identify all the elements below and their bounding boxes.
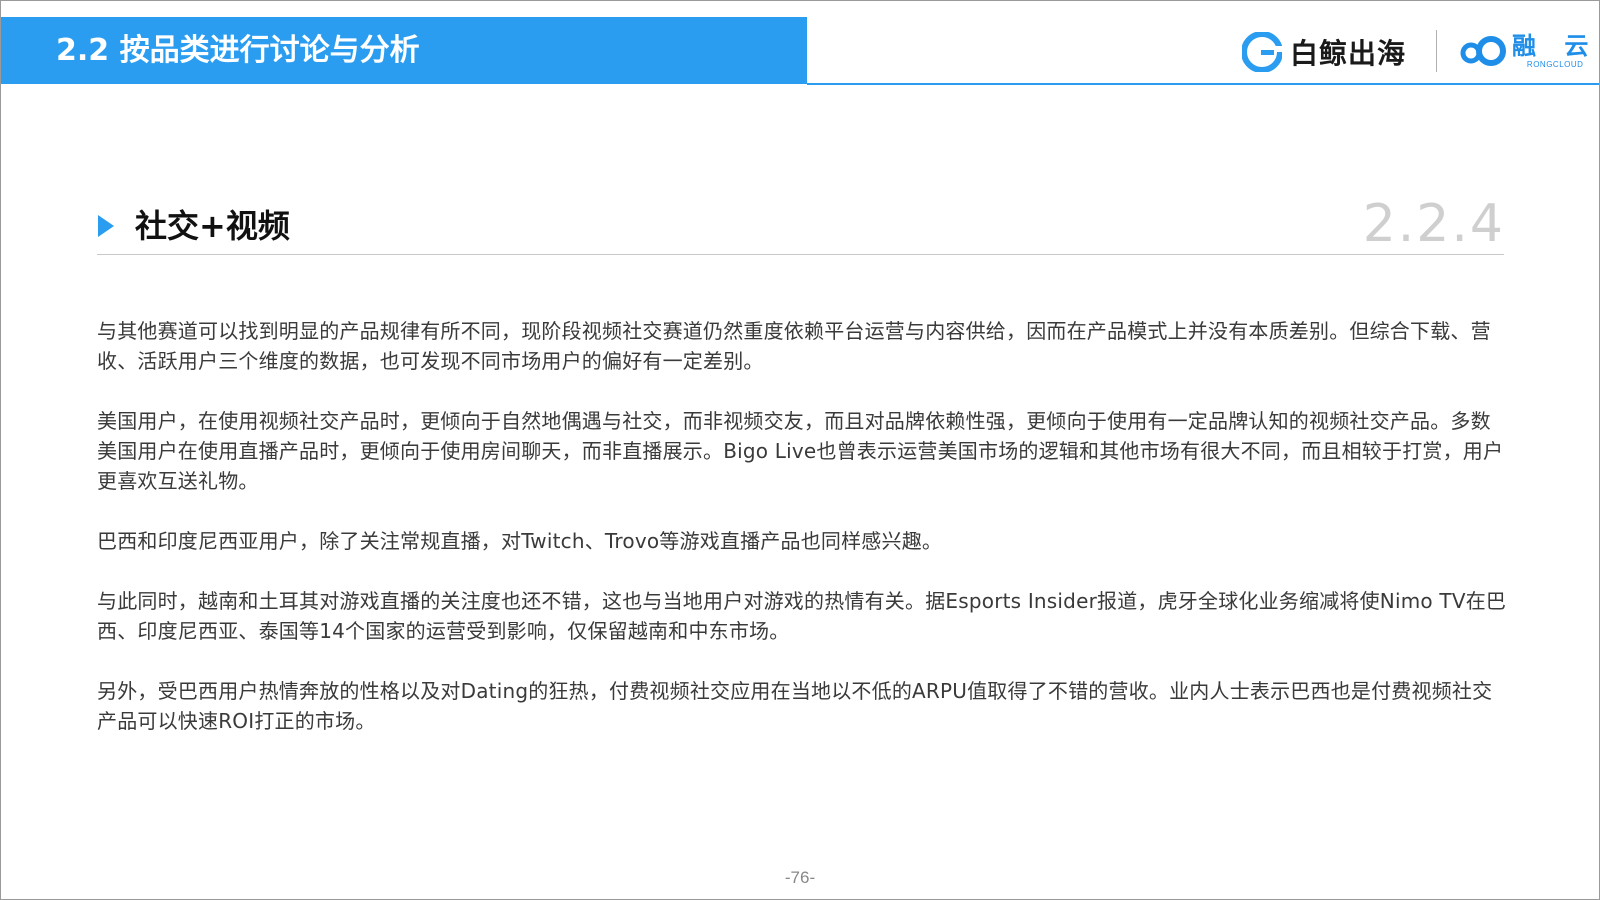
- rongcloud-logo-subtext: RONGCLOUD: [1526, 60, 1584, 69]
- paragraph: 巴西和印度尼西亚用户，除了关注常规直播，对Twitch、Trovo等游戏直播产品…: [97, 529, 943, 553]
- paragraph: 与此同时，越南和土耳其对游戏直播的关注度也还不错，这也与当地用户对游戏的热情有关…: [97, 589, 1507, 643]
- section-divider: [97, 254, 1504, 255]
- logo-divider: [1436, 30, 1437, 72]
- section-title: 社交+视频: [135, 207, 290, 245]
- rongcloud-logo-icon: [1460, 36, 1506, 66]
- header-underline: [807, 83, 1599, 85]
- section-number: 2.2.4: [1362, 194, 1505, 254]
- paragraph: 与其他赛道可以找到明显的产品规律有所不同，现阶段视频社交赛道仍然重度依赖平台运营…: [97, 319, 1491, 373]
- baijing-logo: 白鲸出海: [1242, 30, 1406, 74]
- baijing-logo-icon: [1242, 32, 1282, 72]
- page-number: -76-: [784, 868, 816, 887]
- section-arrow-icon: [98, 215, 114, 237]
- header-banner: 2.2 按品类进行讨论与分析: [1, 17, 807, 84]
- paragraph: 另外，受巴西用户热情奔放的性格以及对Dating的狂热，付费视频社交应用在当地以…: [97, 679, 1493, 733]
- rongcloud-logo: 融 云 RONGCLOUD: [1458, 28, 1598, 74]
- body-content: 与其他赛道可以找到明显的产品规律有所不同，现阶段视频社交赛道仍然重度依赖平台运营…: [97, 316, 1507, 766]
- paragraph: 美国用户，在使用视频社交产品时，更倾向于自然地偶遇与社交，而非视频交友，而且对品…: [97, 409, 1504, 493]
- rongcloud-logo-text: 融 云: [1512, 32, 1599, 60]
- rongcloud-logo-words: 融 云 RONGCLOUD: [1512, 32, 1598, 70]
- header-title: 2.2 按品类进行讨论与分析: [56, 33, 420, 68]
- baijing-logo-text: 白鲸出海: [1290, 37, 1407, 70]
